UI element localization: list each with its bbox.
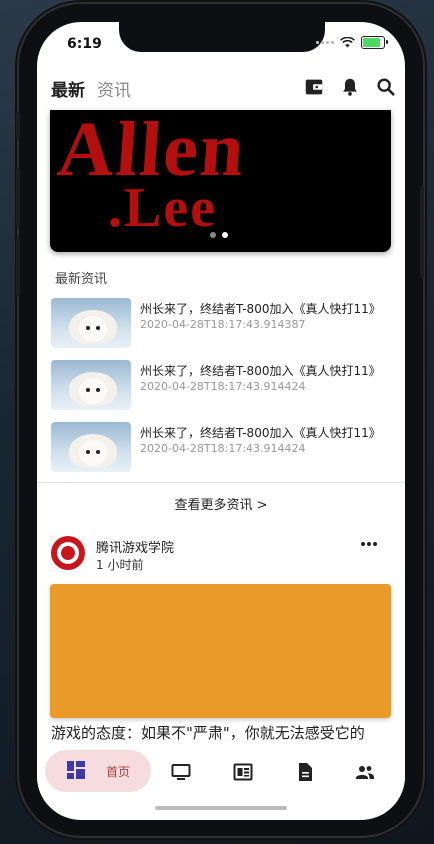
- news-title: 州长来了，终结者T-800加入《真人快打11》: [140, 426, 381, 440]
- carousel-dot-1: [210, 232, 216, 238]
- banner-text-line2: .Lee: [108, 177, 218, 239]
- news-icon[interactable]: [233, 762, 253, 782]
- news-thumbnail: [51, 298, 131, 348]
- divider: [37, 482, 405, 483]
- post-header: 腾讯游戏学院 1 小时前: [51, 534, 391, 574]
- seal-image: [69, 372, 117, 406]
- post-image[interactable]: [50, 584, 391, 718]
- nav-item-home[interactable]: 首页: [45, 750, 151, 792]
- tv-icon[interactable]: [171, 762, 191, 782]
- status-icons: [316, 36, 388, 49]
- news-item[interactable]: 州长来了，终结者T-800加入《真人快打11》 2020-04-28T18:17…: [51, 298, 391, 350]
- post-time: 1 小时前: [96, 558, 144, 572]
- document-icon[interactable]: [295, 762, 315, 782]
- power-button: [420, 186, 424, 278]
- news-time: 2020-04-28T18:17:43.914387: [140, 318, 306, 331]
- tab-news[interactable]: 资讯: [97, 76, 131, 101]
- battery-level: [363, 38, 380, 47]
- status-time: 6:19: [67, 36, 102, 52]
- bottom-navigation: 首页: [37, 742, 405, 804]
- volume-up-button: [16, 168, 20, 228]
- news-title: 州长来了，终结者T-800加入《真人快打11》: [140, 364, 381, 378]
- news-item[interactable]: 州长来了，终结者T-800加入《真人快打11》 2020-04-28T18:17…: [51, 360, 391, 412]
- notch: [119, 22, 325, 52]
- search-icon[interactable]: [375, 76, 397, 98]
- dashboard-icon: [67, 761, 85, 779]
- people-icon[interactable]: [355, 762, 375, 782]
- nav-home-label: 首页: [106, 765, 131, 779]
- battery-icon: [361, 36, 388, 49]
- home-indicator[interactable]: [155, 806, 287, 810]
- carousel-dot-2: [222, 232, 228, 238]
- seal-image: [69, 310, 117, 344]
- carousel-indicator: [210, 232, 228, 238]
- news-thumbnail: [51, 422, 131, 472]
- volume-down-button: [16, 236, 20, 296]
- section-title-latest-news: 最新资讯: [55, 272, 108, 287]
- banner-carousel[interactable]: Allen .Lee: [50, 110, 391, 252]
- seal-image: [69, 434, 117, 468]
- wallet-icon[interactable]: [303, 76, 325, 98]
- signal-icon: [316, 41, 334, 44]
- tab-latest[interactable]: 最新: [51, 76, 85, 101]
- news-time: 2020-04-28T18:17:43.914424: [140, 380, 306, 393]
- app-screen: 6:19 最新 资讯 Allen .Lee 最新资讯 州长来了，终结者T-800…: [37, 22, 405, 820]
- post-author[interactable]: 腾讯游戏学院: [96, 537, 174, 556]
- avatar[interactable]: [51, 536, 85, 570]
- wifi-icon: [340, 37, 355, 48]
- news-thumbnail: [51, 360, 131, 410]
- bell-icon[interactable]: [339, 76, 361, 98]
- news-item[interactable]: 州长来了，终结者T-800加入《真人快打11》 2020-04-28T18:17…: [51, 422, 391, 474]
- top-app-bar: 最新 资讯: [37, 70, 405, 106]
- news-time: 2020-04-28T18:17:43.914424: [140, 442, 306, 455]
- news-title: 州长来了，终结者T-800加入《真人快打11》: [140, 302, 381, 316]
- more-options-icon[interactable]: [361, 542, 377, 546]
- view-more-news-link[interactable]: 查看更多资讯 >: [37, 494, 405, 513]
- mute-switch: [16, 112, 20, 140]
- post-text[interactable]: 游戏的态度：如果不"严肃"，你就无法感受它的: [51, 722, 405, 743]
